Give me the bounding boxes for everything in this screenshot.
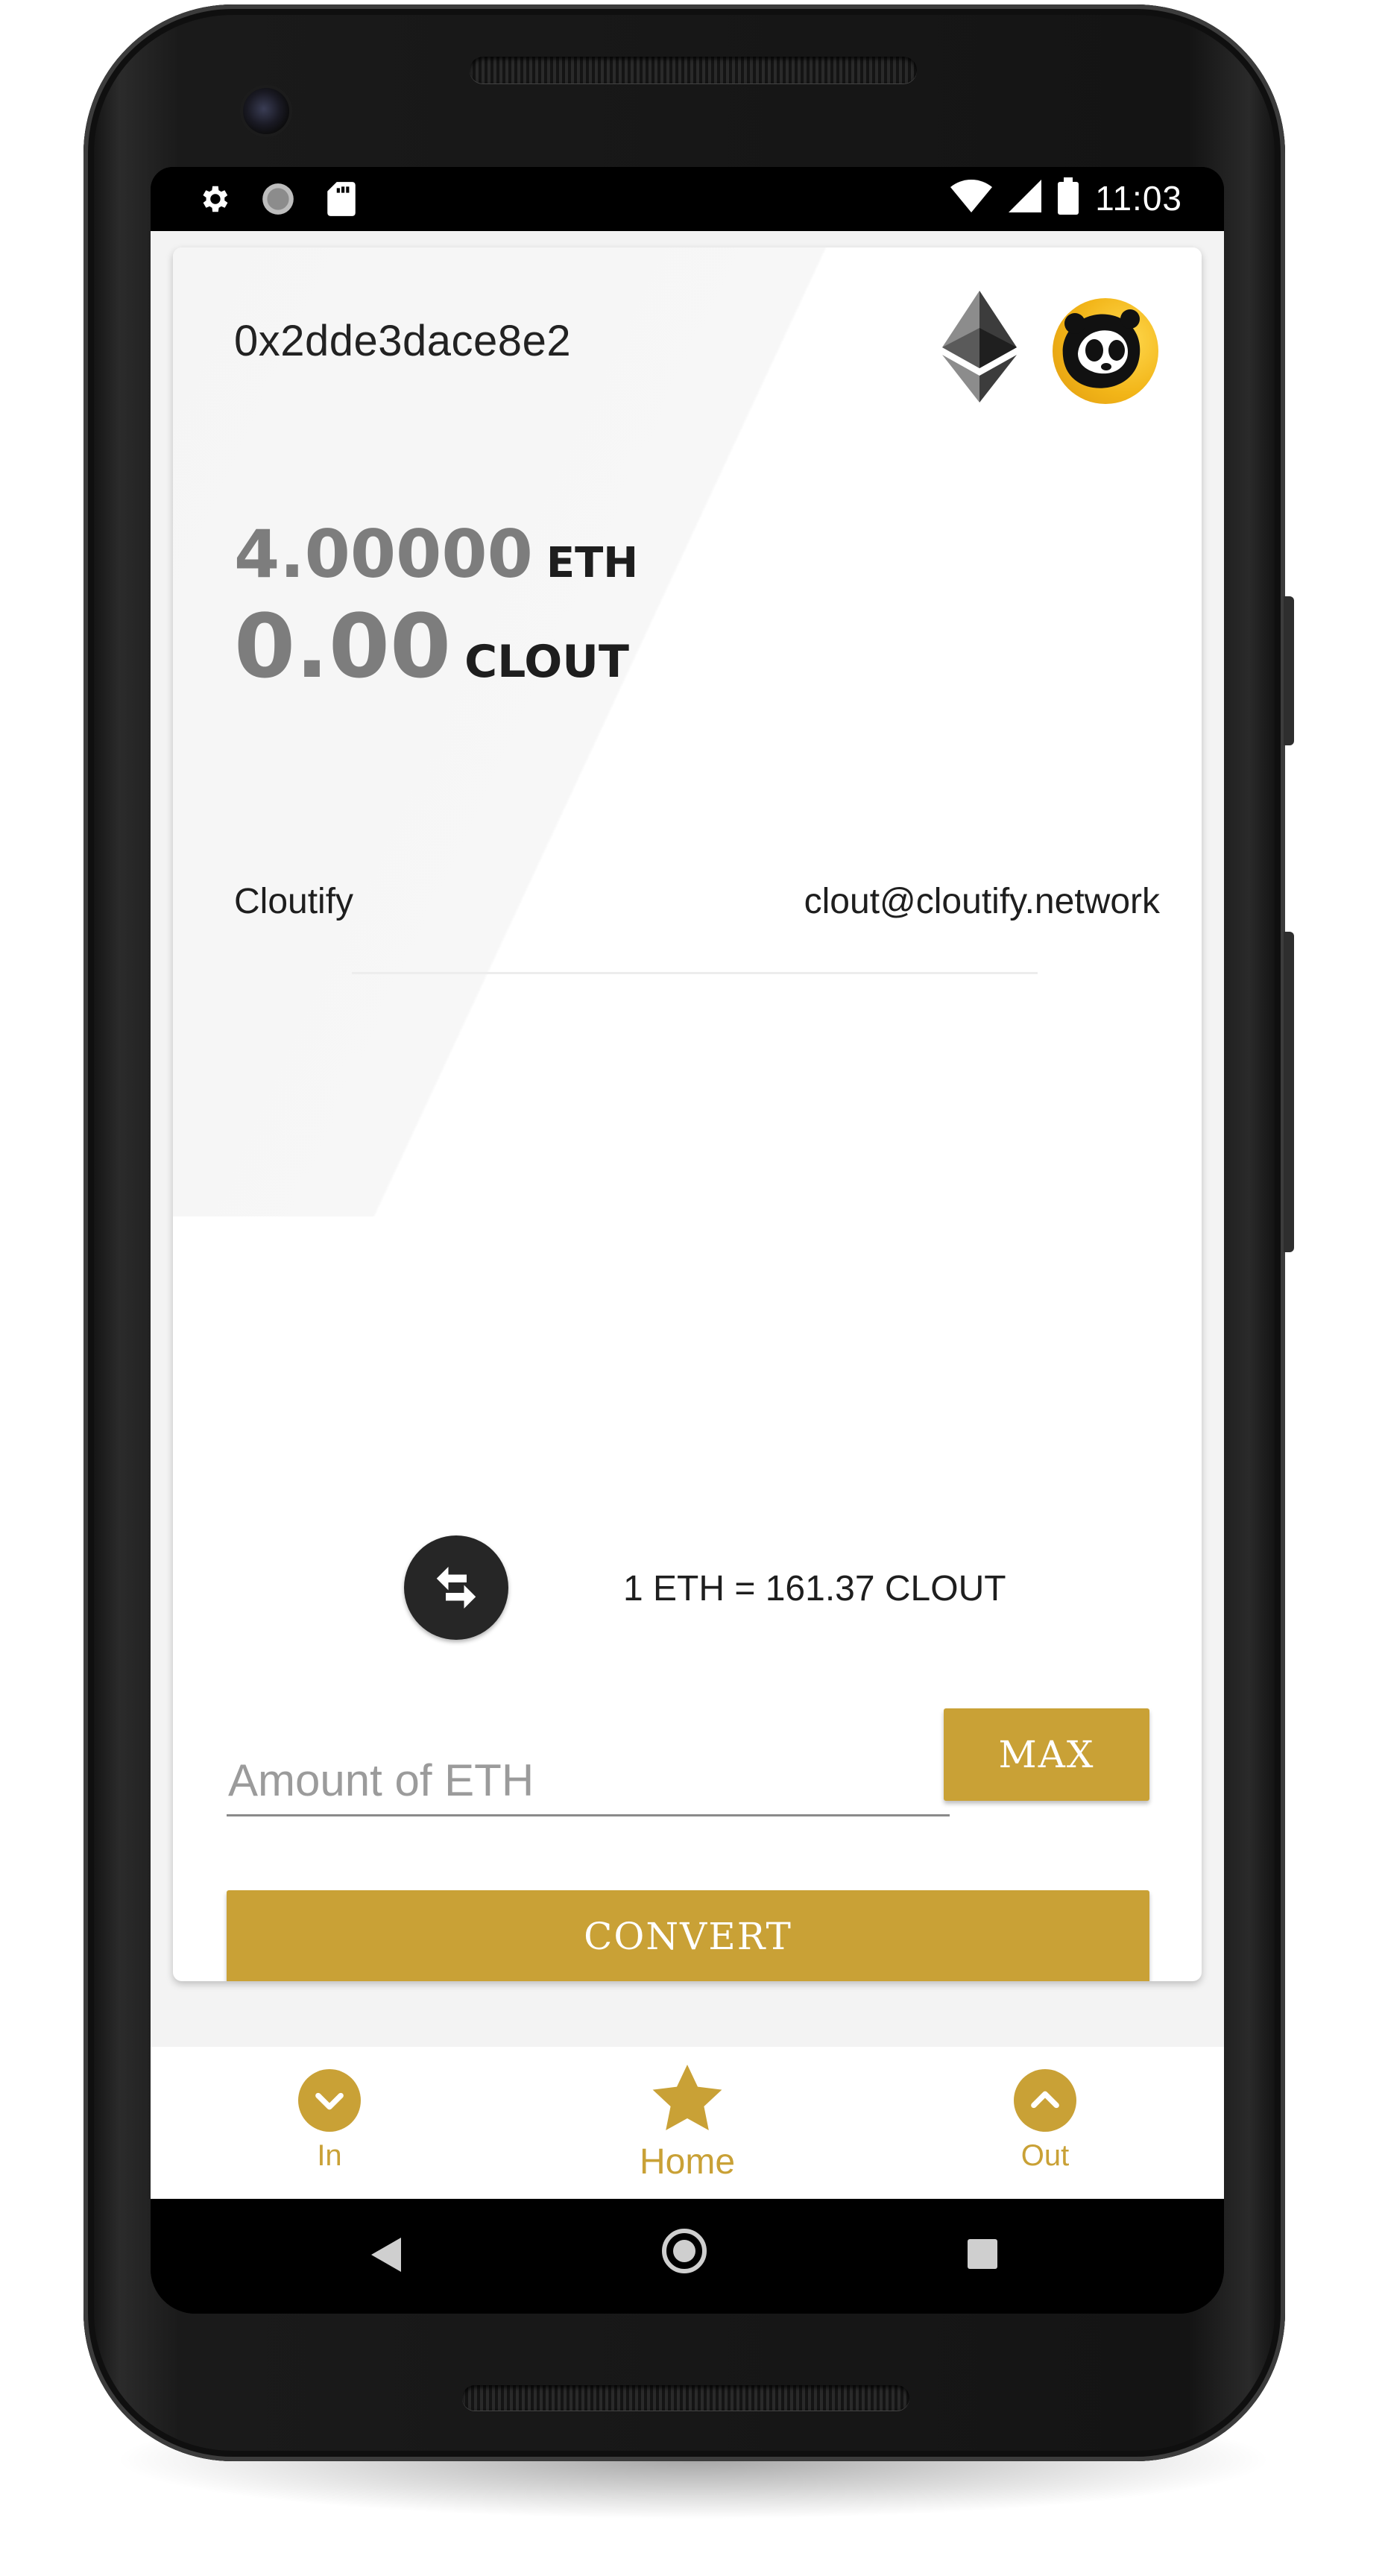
eth-balance: 4.00000 ETH <box>234 516 638 593</box>
wifi-icon <box>950 180 993 216</box>
nav-item-in[interactable]: In <box>240 2065 419 2191</box>
front-camera <box>243 88 289 134</box>
chevron-down-icon <box>298 2069 361 2132</box>
cell-signal-icon <box>1009 180 1042 216</box>
company-name: Cloutify <box>234 882 354 921</box>
max-button[interactable]: MAX <box>944 1708 1149 1801</box>
nav-label-in: In <box>317 2139 342 2172</box>
home-circle-icon[interactable] <box>662 2229 707 2273</box>
battery-icon <box>1058 177 1079 218</box>
screen: 11:03 0x2dde3dace8e2 4.00000 ETH 0.00 CL… <box>151 167 1224 2314</box>
card-background-sheen <box>173 247 1202 1216</box>
app-content: 0x2dde3dace8e2 4.00000 ETH 0.00 CLOUT Cl… <box>151 231 1224 2199</box>
panda-avatar-icon[interactable] <box>1053 298 1158 404</box>
power-button <box>1284 596 1294 745</box>
wallet-address[interactable]: 0x2dde3dace8e2 <box>234 316 571 366</box>
divider <box>352 972 1038 974</box>
nav-item-home[interactable]: Home <box>598 2065 777 2191</box>
bottom-speaker <box>462 2385 909 2411</box>
back-icon[interactable] <box>371 2238 401 2276</box>
swap-button[interactable] <box>404 1535 508 1640</box>
company-email[interactable]: clout@cloutify.network <box>804 881 1160 922</box>
status-time: 11:03 <box>1095 178 1182 218</box>
exchange-rate: 1 ETH = 161.37 CLOUT <box>623 1569 1006 1609</box>
swap-arrows-icon <box>436 1567 476 1609</box>
eth-amount-input[interactable] <box>227 1746 950 1816</box>
star-icon <box>652 2065 723 2137</box>
eth-balance-unit: ETH <box>546 539 639 587</box>
home-dot <box>673 2240 695 2262</box>
convert-button[interactable]: CONVERT <box>227 1890 1149 1981</box>
circle-icon <box>259 180 297 221</box>
bottom-navigation: In Home Out <box>151 2047 1224 2199</box>
nav-label-out: Out <box>1020 2139 1070 2172</box>
system-navigation-bar <box>151 2199 1224 2314</box>
nav-item-out[interactable]: Out <box>956 2065 1135 2191</box>
clout-balance-amount: 0.00 <box>234 595 452 698</box>
chevron-up-icon <box>1014 2069 1076 2132</box>
clout-balance: 0.00 CLOUT <box>234 595 629 698</box>
earpiece-speaker <box>470 57 917 83</box>
wallet-card: 0x2dde3dace8e2 4.00000 ETH 0.00 CLOUT Cl… <box>173 247 1202 1981</box>
eth-balance-amount: 4.00000 <box>234 516 533 593</box>
clout-balance-unit: CLOUT <box>464 636 629 688</box>
volume-button <box>1284 932 1294 1252</box>
nav-label-home: Home <box>639 2142 736 2182</box>
recent-apps-icon[interactable] <box>968 2239 997 2269</box>
ethereum-logo-icon <box>942 291 1017 402</box>
status-bar: 11:03 <box>151 167 1224 231</box>
gear-icon <box>197 182 231 220</box>
sd-card-icon <box>325 180 358 221</box>
